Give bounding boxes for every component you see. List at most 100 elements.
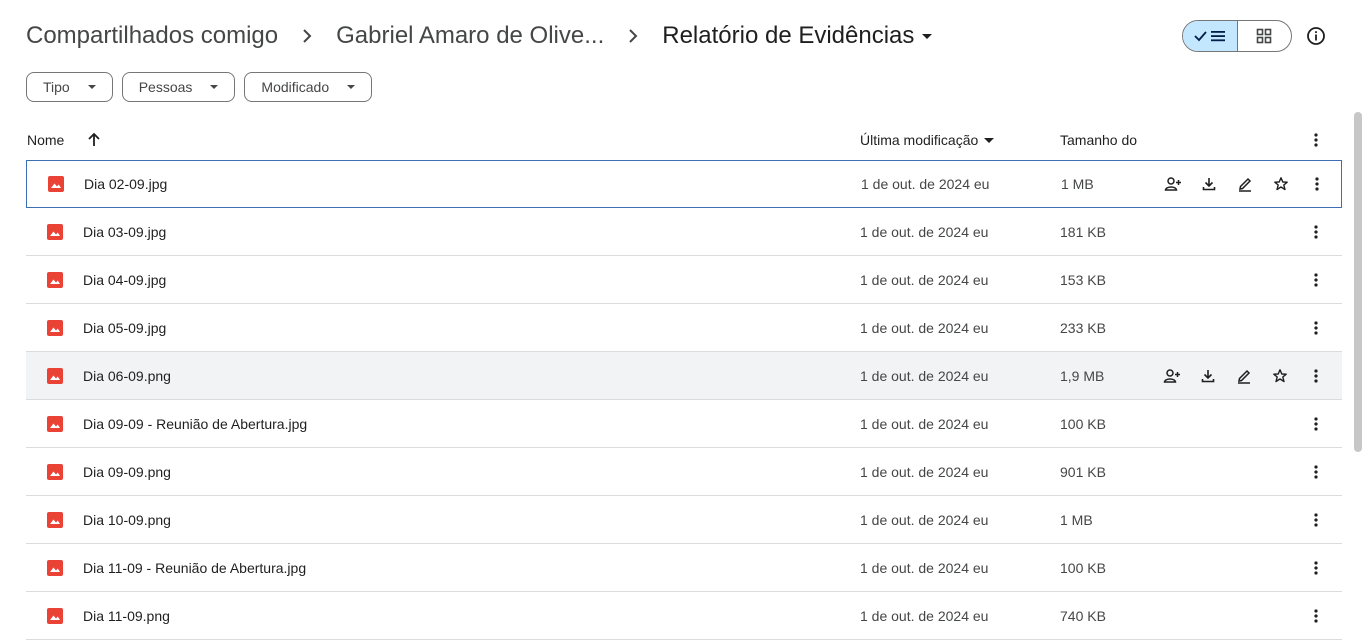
file-modified: 1 de out. de 2024 eu xyxy=(860,559,989,576)
image-file-icon xyxy=(47,208,63,255)
file-size: 181 KB xyxy=(1060,223,1106,240)
file-size: 1 MB xyxy=(1060,511,1093,528)
list-view-button[interactable] xyxy=(1183,21,1238,51)
dropdown-arrow-icon xyxy=(87,85,96,89)
file-list: Dia 02-09.jpg 1 de out. de 2024 eu 1 MB Dia… xyxy=(26,160,1342,640)
column-header-modified-label: Última modificação xyxy=(860,132,979,148)
image-file-icon xyxy=(47,400,63,447)
file-size: 233 KB xyxy=(1060,319,1106,336)
edit-icon[interactable] xyxy=(1232,364,1256,388)
add-person-icon[interactable] xyxy=(1160,364,1184,388)
filter-people[interactable]: Pessoas xyxy=(121,72,236,102)
file-row[interactable]: Dia 09-09.png 1 de out. de 2024 eu 901 KB xyxy=(26,448,1342,496)
file-name[interactable]: Dia 09-09 - Reunião de Abertura.jpg xyxy=(83,400,307,447)
file-row[interactable]: Dia 05-09.jpg 1 de out. de 2024 eu 233 KB xyxy=(26,304,1342,352)
image-file-icon xyxy=(47,304,63,351)
file-name[interactable]: Dia 04-09.jpg xyxy=(83,256,166,303)
image-file-icon xyxy=(47,496,63,543)
grid-icon xyxy=(1256,28,1272,44)
more-vert-icon[interactable] xyxy=(1304,544,1328,591)
more-vert-icon xyxy=(1314,133,1318,147)
info-icon xyxy=(1307,27,1325,45)
row-actions xyxy=(1160,352,1292,399)
column-header-name[interactable]: Nome xyxy=(27,124,64,156)
file-name[interactable]: Dia 05-09.jpg xyxy=(83,304,166,351)
more-vert-icon[interactable] xyxy=(1304,256,1328,303)
breadcrumb-current-folder[interactable]: Relatório de Evidências xyxy=(662,22,933,50)
vertical-scrollbar[interactable] xyxy=(1354,112,1362,452)
filter-type[interactable]: Tipo xyxy=(26,72,113,102)
file-name[interactable]: Dia 03-09.jpg xyxy=(83,208,166,255)
table-header: Nome Última modificação Tamanho do xyxy=(26,124,1342,160)
dropdown-arrow-icon xyxy=(922,33,933,39)
breadcrumb-shared-with-me[interactable]: Compartilhados comigo xyxy=(26,22,278,50)
file-row[interactable]: Dia 06-09.png 1 de out. de 2024 eu 1,9 MB xyxy=(26,352,1342,400)
file-modified: 1 de out. de 2024 eu xyxy=(860,415,989,432)
file-modified: 1 de out. de 2024 eu xyxy=(860,319,989,336)
image-file-icon xyxy=(48,160,64,207)
more-vert-icon[interactable] xyxy=(1304,448,1328,495)
file-row[interactable]: Dia 02-09.jpg 1 de out. de 2024 eu 1 MB xyxy=(26,160,1342,208)
file-size: 901 KB xyxy=(1060,463,1106,480)
more-vert-icon[interactable] xyxy=(1304,352,1328,399)
breadcrumb: Compartilhados comigo Gabriel Amaro de O… xyxy=(26,18,933,54)
more-vert-icon[interactable] xyxy=(1304,592,1328,639)
more-vert-icon[interactable] xyxy=(1305,160,1329,207)
filter-modified[interactable]: Modificado xyxy=(244,72,373,102)
file-name[interactable]: Dia 09-09.png xyxy=(83,448,171,495)
dropdown-arrow-icon xyxy=(984,137,995,143)
row-actions xyxy=(1161,160,1293,207)
file-name[interactable]: Dia 10-09.png xyxy=(83,496,171,543)
file-size: 740 KB xyxy=(1060,607,1106,624)
dropdown-arrow-icon xyxy=(347,85,356,89)
filter-modified-label: Modificado xyxy=(261,79,330,95)
grid-view-button[interactable] xyxy=(1238,21,1292,51)
file-modified: 1 de out. de 2024 eu xyxy=(860,367,989,384)
file-row[interactable]: Dia 09-09 - Reunião de Abertura.jpg 1 de … xyxy=(26,400,1342,448)
more-vert-icon[interactable] xyxy=(1304,304,1328,351)
file-name[interactable]: Dia 11-09 - Reunião de Abertura.jpg xyxy=(83,544,306,591)
file-size: 100 KB xyxy=(1060,559,1106,576)
more-vert-icon[interactable] xyxy=(1304,400,1328,447)
filter-type-label: Tipo xyxy=(43,79,70,95)
breadcrumb-parent-folder[interactable]: Gabriel Amaro de Olive... xyxy=(336,22,604,50)
file-row[interactable]: Dia 04-09.jpg 1 de out. de 2024 eu 153 KB xyxy=(26,256,1342,304)
image-file-icon xyxy=(47,592,63,639)
column-header-modified[interactable]: Última modificação xyxy=(860,124,995,156)
file-row[interactable]: Dia 11-09 - Reunião de Abertura.jpg 1 de … xyxy=(26,544,1342,592)
image-file-icon xyxy=(47,544,63,591)
star-icon[interactable] xyxy=(1268,364,1292,388)
more-vert-icon[interactable] xyxy=(1304,496,1328,543)
file-modified: 1 de out. de 2024 eu xyxy=(860,223,989,240)
sort-ascending-icon[interactable] xyxy=(86,124,102,156)
file-row[interactable]: Dia 11-09.png 1 de out. de 2024 eu 740 KB xyxy=(26,592,1342,640)
file-size: 153 KB xyxy=(1060,271,1106,288)
image-file-icon xyxy=(47,448,63,495)
file-name[interactable]: Dia 11-09.png xyxy=(83,592,170,639)
chevron-right-icon xyxy=(621,24,645,48)
file-name[interactable]: Dia 02-09.jpg xyxy=(84,160,167,207)
file-name[interactable]: Dia 06-09.png xyxy=(83,352,171,399)
dropdown-arrow-icon xyxy=(210,85,219,89)
chevron-right-icon xyxy=(295,24,319,48)
file-row[interactable]: Dia 03-09.jpg 1 de out. de 2024 eu 181 KB xyxy=(26,208,1342,256)
file-modified: 1 de out. de 2024 eu xyxy=(860,511,989,528)
image-file-icon xyxy=(47,256,63,303)
check-list-icon xyxy=(1194,31,1225,42)
column-options-button[interactable] xyxy=(1304,124,1328,156)
more-vert-icon[interactable] xyxy=(1304,208,1328,255)
current-folder-label: Relatório de Evidências xyxy=(662,22,915,49)
file-modified: 1 de out. de 2024 eu xyxy=(861,175,990,192)
add-person-icon[interactable] xyxy=(1161,172,1185,196)
file-modified: 1 de out. de 2024 eu xyxy=(860,607,989,624)
file-row[interactable]: Dia 10-09.png 1 de out. de 2024 eu 1 MB xyxy=(26,496,1342,544)
column-header-size[interactable]: Tamanho do xyxy=(1060,124,1137,156)
filter-people-label: Pessoas xyxy=(138,79,193,95)
image-file-icon xyxy=(47,352,63,399)
star-icon[interactable] xyxy=(1269,172,1293,196)
file-size: 100 KB xyxy=(1060,415,1106,432)
download-icon[interactable] xyxy=(1197,172,1221,196)
edit-icon[interactable] xyxy=(1233,172,1257,196)
download-icon[interactable] xyxy=(1196,364,1220,388)
info-button[interactable] xyxy=(1300,20,1332,52)
